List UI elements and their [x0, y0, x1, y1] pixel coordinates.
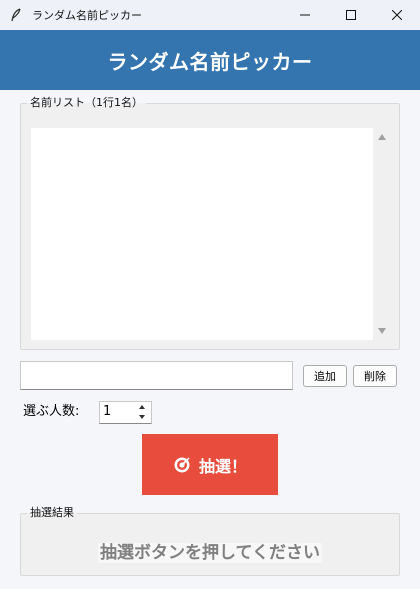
pick-count-label: 選ぶ人数:: [23, 404, 80, 419]
add-button[interactable]: 追加: [303, 365, 347, 387]
result-frame: 抽選結果 抽選ボタンを押してください: [20, 506, 400, 576]
name-list-frame: 名前リスト（1行1名）: [20, 96, 400, 350]
draw-button-label: 抽選！: [198, 456, 247, 476]
result-message: 抽選ボタンを押してください: [98, 543, 322, 563]
window-titlebar: ランダム名前ピッカー: [0, 0, 420, 30]
name-listbox[interactable]: [31, 128, 373, 340]
maximize-button[interactable]: [328, 0, 374, 30]
spin-down-icon[interactable]: [139, 415, 145, 419]
target-icon: [173, 456, 191, 474]
delete-button[interactable]: 削除: [353, 365, 397, 387]
spin-up-icon[interactable]: [139, 405, 145, 409]
name-list-scrollbar[interactable]: [374, 128, 391, 340]
minimize-button[interactable]: [282, 0, 328, 30]
draw-button[interactable]: 抽選！: [142, 434, 278, 495]
result-text: 抽選ボタンを押してください: [21, 538, 399, 563]
name-list-legend: 名前リスト（1行1名）: [27, 96, 146, 110]
close-button[interactable]: [374, 0, 420, 30]
scroll-down-icon[interactable]: [378, 328, 386, 334]
spin-arrows[interactable]: [135, 403, 150, 422]
maximize-icon: [346, 10, 356, 20]
scroll-up-icon[interactable]: [378, 134, 386, 140]
result-legend: 抽選結果: [27, 506, 77, 520]
pick-count-value[interactable]: 1: [103, 404, 111, 419]
window-controls: [282, 0, 420, 30]
minimize-icon: [300, 14, 310, 16]
app-header: ランダム名前ピッカー: [0, 30, 420, 90]
app-title: ランダム名前ピッカー: [107, 49, 313, 74]
close-icon: [392, 10, 402, 20]
name-input[interactable]: [20, 361, 293, 390]
feather-icon: [10, 8, 24, 22]
window-title: ランダム名前ピッカー: [32, 9, 142, 22]
pick-count-spinbox[interactable]: 1: [99, 401, 152, 424]
